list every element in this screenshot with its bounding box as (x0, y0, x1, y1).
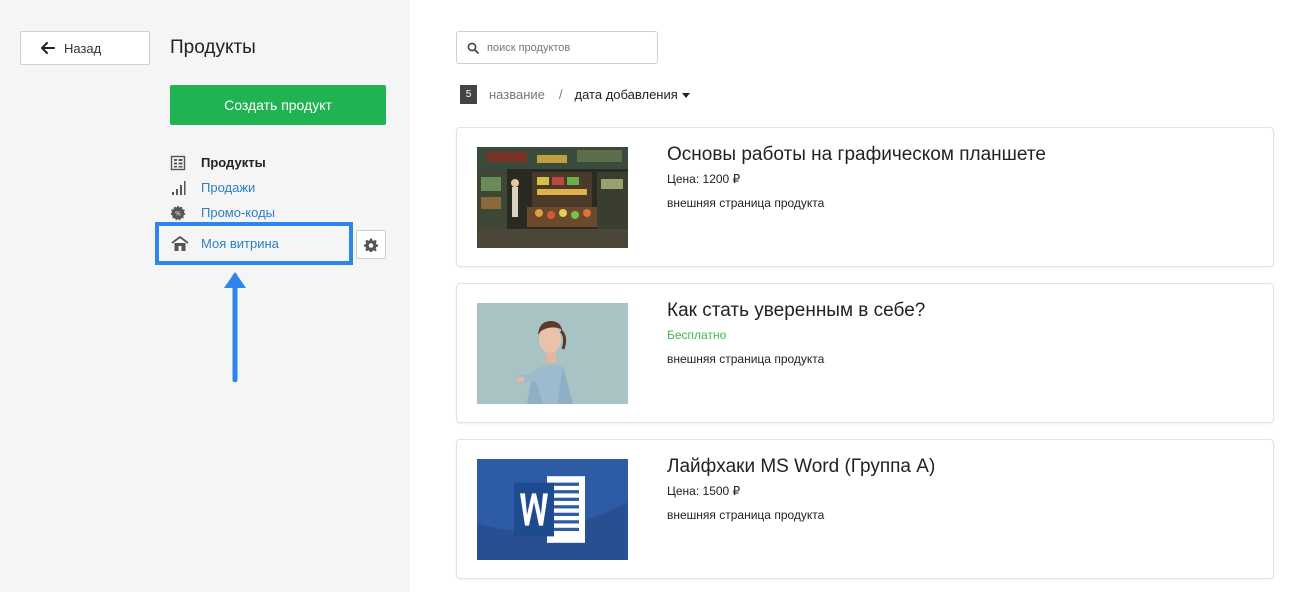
product-list-icon (170, 155, 186, 170)
svg-text:%: % (175, 210, 181, 217)
external-page-link[interactable]: внешняя страница продукта (667, 508, 824, 522)
product-count-badge: 5 (460, 85, 477, 104)
sort-by-date[interactable]: дата добавления (575, 87, 690, 102)
bar-chart-icon (172, 180, 186, 195)
page-title: Продукты (170, 37, 256, 58)
product-title[interactable]: Как стать уверенным в себе? (667, 300, 925, 322)
sidebar: Назад Продукты Создать продукт Продукты … (0, 0, 410, 592)
back-label: Назад (64, 40, 102, 56)
sort-bar: 5 название / дата добавления (460, 85, 690, 104)
product-thumbnail-ms-word-logo (477, 459, 628, 560)
storefront-label: Моя витрина (201, 236, 279, 251)
caret-down-icon (681, 93, 690, 98)
product-title[interactable]: Основы работы на графическом планшете (667, 144, 1046, 166)
sidebar-nav: Продукты Продажи % Промо-коды (170, 150, 275, 225)
product-thumbnail-street-market (477, 147, 628, 248)
search-box[interactable] (456, 31, 658, 64)
product-card[interactable]: Как стать уверенным в себе? Бесплатно вн… (456, 283, 1274, 423)
product-card[interactable]: Лайфхаки MS Word (Группа А) Цена: 1500 ₽… (456, 439, 1274, 579)
arrow-left-icon (41, 42, 55, 54)
sort-by-date-label: дата добавления (574, 87, 678, 102)
product-title[interactable]: Лайфхаки MS Word (Группа А) (667, 456, 935, 478)
back-button[interactable]: Назад (20, 31, 150, 65)
sidebar-item-label: Продажи (201, 180, 256, 195)
sidebar-item-label: Продукты (201, 155, 266, 170)
sort-by-name[interactable]: название (489, 87, 545, 102)
sidebar-item-label: Промо-коды (201, 205, 276, 220)
external-page-link[interactable]: внешняя страница продукта (667, 352, 824, 366)
search-input[interactable] (487, 41, 647, 54)
sidebar-item-storefront[interactable]: Моя витрина (155, 222, 353, 265)
product-price: Цена: 1500 ₽ (667, 484, 741, 498)
house-icon (171, 235, 189, 251)
external-page-link[interactable]: внешняя страница продукта (667, 196, 824, 210)
sort-separator: / (558, 87, 563, 102)
search-icon (467, 42, 479, 54)
sidebar-item-products[interactable]: Продукты (170, 150, 275, 175)
promo-badge-icon: % (170, 205, 186, 221)
gear-icon (364, 238, 378, 252)
product-thumbnail-woman-portrait (477, 303, 628, 404)
sidebar-item-sales[interactable]: Продажи (170, 175, 275, 200)
create-product-button[interactable]: Создать продукт (170, 85, 386, 125)
product-price: Бесплатно (667, 328, 727, 342)
highlight-arrow-icon (224, 272, 246, 382)
storefront-settings-button[interactable] (356, 230, 386, 259)
product-price: Цена: 1200 ₽ (667, 172, 741, 186)
product-card[interactable]: Основы работы на графическом планшете Це… (456, 127, 1274, 267)
